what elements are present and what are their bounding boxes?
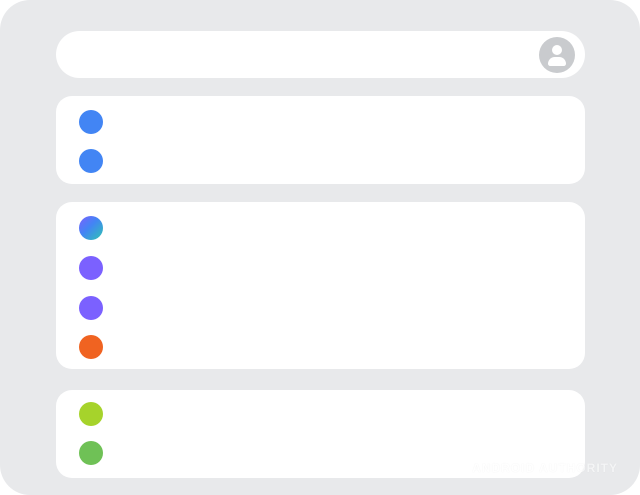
- settings-item[interactable]: [56, 208, 585, 248]
- settings-item[interactable]: [56, 394, 585, 434]
- settings-item[interactable]: [56, 141, 585, 181]
- blue-dot-icon: [79, 110, 103, 134]
- gradient-dot-icon: [79, 216, 103, 240]
- account-avatar-icon[interactable]: [539, 37, 575, 73]
- settings-item[interactable]: [56, 327, 585, 367]
- orange-dot-icon: [79, 335, 103, 359]
- settings-item[interactable]: [56, 288, 585, 328]
- blue-dot-icon: [79, 149, 103, 173]
- green-dot-icon: [79, 441, 103, 465]
- lime-dot-icon: [79, 402, 103, 426]
- avatar-head-shape: [552, 45, 562, 55]
- settings-group-1: [56, 96, 585, 184]
- watermark-text: ANDROID AUTHORITY: [472, 461, 618, 475]
- settings-group-2: [56, 202, 585, 369]
- search-bar[interactable]: [56, 31, 585, 78]
- settings-item[interactable]: [56, 102, 585, 142]
- purple-dot-icon: [79, 256, 103, 280]
- purple-dot-icon: [79, 296, 103, 320]
- settings-item[interactable]: [56, 248, 585, 288]
- avatar-body-shape: [548, 57, 566, 66]
- settings-panel: ANDROID AUTHORITY: [0, 0, 640, 495]
